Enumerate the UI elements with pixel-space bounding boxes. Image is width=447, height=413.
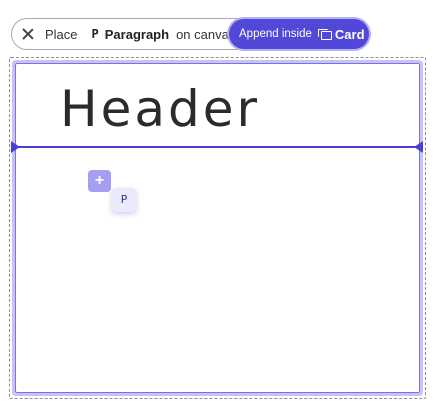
insertion-arrow-right-icon (414, 141, 423, 153)
element-name: Paragraph (104, 26, 170, 42)
card-icon (317, 28, 332, 40)
paragraph-icon: P (91, 27, 99, 41)
drag-ghost-paragraph: P (112, 188, 136, 212)
append-inside-button[interactable]: Append inside Card (229, 19, 369, 49)
close-icon[interactable] (22, 28, 34, 40)
insertion-arrow-left-icon (11, 141, 20, 153)
target-name: Card (334, 26, 365, 42)
on-canvas-label: on canvas (176, 26, 236, 42)
append-inside-label: Append inside (239, 28, 312, 40)
insertion-indicator-line (12, 146, 423, 148)
plus-icon: + (88, 170, 111, 192)
place-label: Place (45, 26, 78, 42)
header-heading[interactable]: Header (60, 84, 260, 134)
